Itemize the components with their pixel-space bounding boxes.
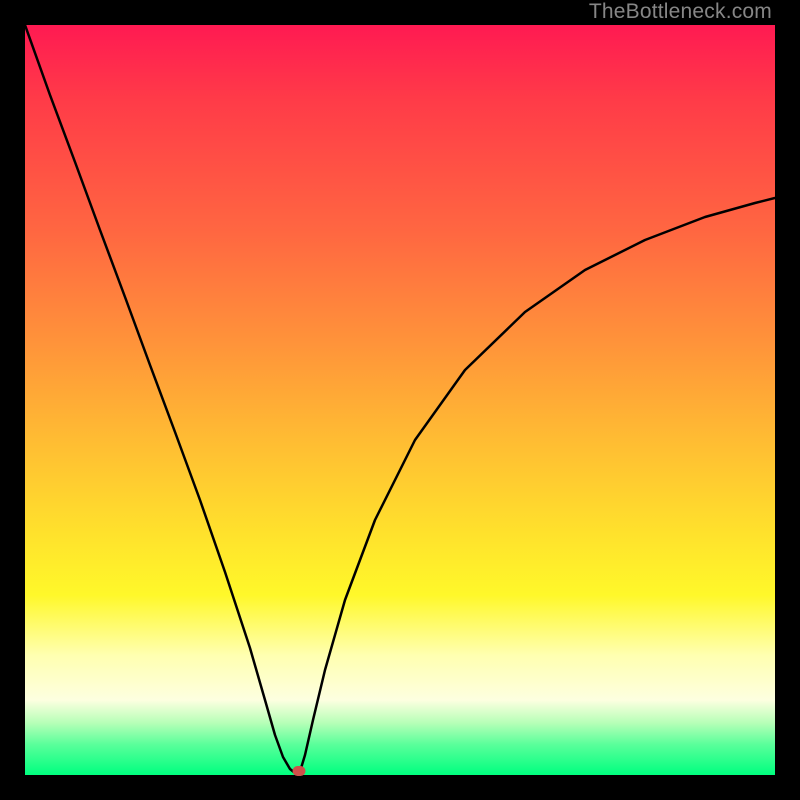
plot-area bbox=[25, 25, 775, 775]
chart-frame: TheBottleneck.com bbox=[0, 0, 800, 800]
watermark-text: TheBottleneck.com bbox=[589, 0, 772, 24]
minimum-marker bbox=[293, 766, 306, 776]
bottleneck-curve bbox=[25, 25, 775, 775]
